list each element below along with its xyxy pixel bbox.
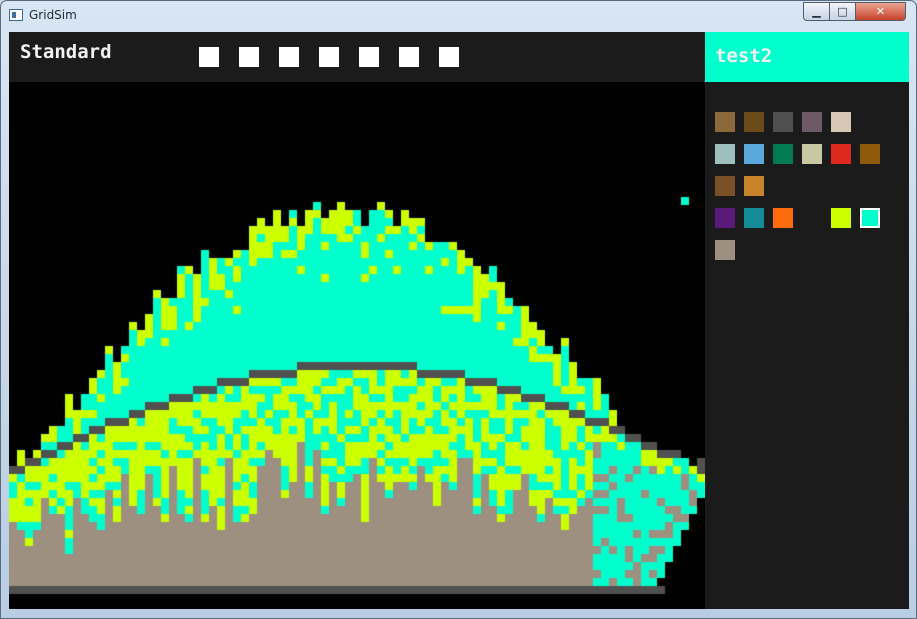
tool-slot-1[interactable] bbox=[199, 47, 219, 67]
top-toolbar: Standard bbox=[9, 32, 705, 82]
material-swatch-4-6[interactable] bbox=[860, 208, 880, 228]
tool-slot-2[interactable] bbox=[239, 47, 259, 67]
simulation-canvas[interactable] bbox=[9, 82, 705, 609]
material-swatch-1-1[interactable] bbox=[715, 112, 735, 132]
material-swatch-4-5[interactable] bbox=[831, 208, 851, 228]
tool-slot-5[interactable] bbox=[359, 47, 379, 67]
material-swatch-1-3[interactable] bbox=[773, 112, 793, 132]
material-swatch-2-1[interactable] bbox=[715, 144, 735, 164]
material-panel: test2 bbox=[705, 32, 909, 609]
material-swatch-2-4[interactable] bbox=[802, 144, 822, 164]
tool-slot-4[interactable] bbox=[319, 47, 339, 67]
material-swatch-4-1[interactable] bbox=[715, 208, 735, 228]
selected-material-name: test2 bbox=[715, 45, 773, 67]
material-swatch-2-6[interactable] bbox=[860, 144, 880, 164]
material-swatch-2-2[interactable] bbox=[744, 144, 764, 164]
material-swatch-4-3[interactable] bbox=[773, 208, 793, 228]
title-bar[interactable]: GridSim ▁ □ ✕ bbox=[1, 1, 916, 31]
material-swatch-1-2[interactable] bbox=[744, 112, 764, 132]
material-swatch-3-2[interactable] bbox=[744, 176, 764, 196]
client-area: Standard test2 bbox=[9, 32, 909, 609]
tool-slot-7[interactable] bbox=[439, 47, 459, 67]
material-swatch-1-4[interactable] bbox=[802, 112, 822, 132]
minimize-button[interactable]: ▁ bbox=[803, 2, 830, 21]
window-title: GridSim bbox=[29, 8, 77, 22]
app-window: GridSim ▁ □ ✕ Standard test2 bbox=[0, 0, 917, 619]
mode-label[interactable]: Standard bbox=[20, 41, 112, 63]
tool-slot-3[interactable] bbox=[279, 47, 299, 67]
material-swatch-4-2[interactable] bbox=[744, 208, 764, 228]
material-swatch-2-5[interactable] bbox=[831, 144, 851, 164]
material-swatch-2-3[interactable] bbox=[773, 144, 793, 164]
selected-material-header: test2 bbox=[705, 32, 909, 82]
material-swatch-3-1[interactable] bbox=[715, 176, 735, 196]
app-icon bbox=[9, 9, 23, 21]
maximize-button[interactable]: □ bbox=[829, 2, 856, 21]
close-button[interactable]: ✕ bbox=[855, 2, 906, 21]
material-swatch-5-1[interactable] bbox=[715, 240, 735, 260]
material-swatch-1-5[interactable] bbox=[831, 112, 851, 132]
tool-slot-6[interactable] bbox=[399, 47, 419, 67]
